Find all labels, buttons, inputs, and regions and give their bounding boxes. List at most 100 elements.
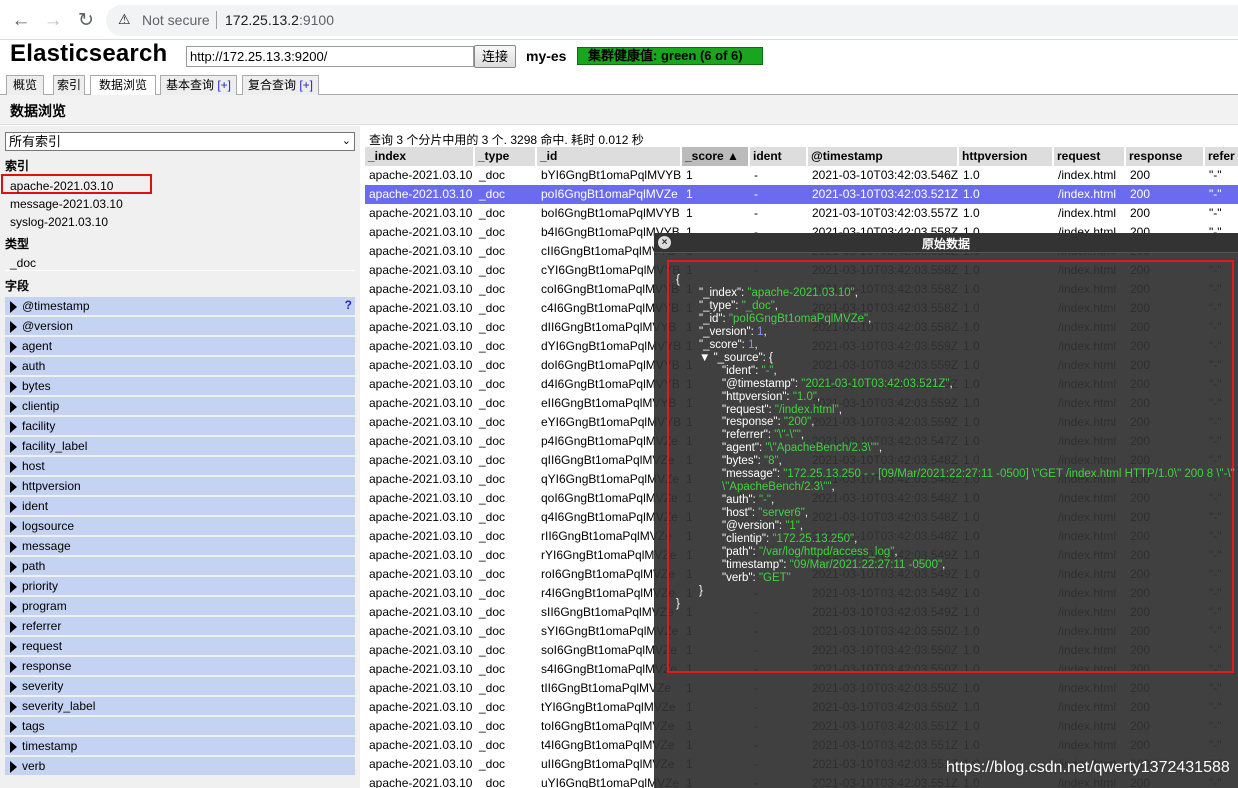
json-token: "/var/log/httpd/access_log" <box>758 545 895 558</box>
field-row[interactable]: @timestamp? <box>5 297 355 315</box>
expand-triangle-icon[interactable] <box>10 421 17 433</box>
tab-2[interactable]: 数据浏览 <box>90 75 156 96</box>
expand-triangle-icon[interactable] <box>10 441 17 453</box>
tab-3[interactable]: 基本查询 [+] <box>160 75 237 95</box>
address-url[interactable]: 172.25.13.2:9100 <box>225 12 334 28</box>
field-row[interactable]: clientip <box>5 397 355 415</box>
expand-triangle-icon[interactable] <box>10 701 17 713</box>
expand-triangle-icon[interactable] <box>10 681 17 693</box>
column-header[interactable]: httpversion <box>959 147 1053 166</box>
tab-plus[interactable]: [+] <box>214 78 231 92</box>
json-line: "agent": "\"ApacheBench/2.3\"", <box>722 442 882 454</box>
table-cell: _doc <box>479 320 506 334</box>
column-header[interactable]: _id <box>537 147 681 166</box>
warning-triangle-icon: ⚠ <box>118 11 131 27</box>
column-header[interactable]: _type <box>475 147 536 166</box>
json-token: { <box>676 274 680 286</box>
expand-triangle-icon[interactable] <box>10 761 17 773</box>
table-cell: _doc <box>479 377 506 391</box>
column-header[interactable]: @timestamp <box>808 147 958 166</box>
field-row[interactable]: verb <box>5 757 355 775</box>
tab-4[interactable]: 复合查询 [+] <box>242 75 319 95</box>
expand-triangle-icon[interactable] <box>10 661 17 673</box>
json-token: \"ApacheBench/2.3\"" <box>722 481 832 494</box>
back-arrow-icon[interactable]: ← <box>8 8 34 34</box>
expand-triangle-icon[interactable] <box>10 401 17 413</box>
expand-triangle-icon[interactable] <box>10 481 17 493</box>
expand-triangle-icon[interactable] <box>10 541 17 553</box>
json-line: "host": "server6", <box>722 507 808 519</box>
table-cell: _doc <box>479 510 506 524</box>
table-row[interactable]: apache-2021.03.10 _doc poI6GngBt1omaPqlMVZ… <box>365 185 1238 204</box>
sidebar-index-item[interactable]: message-2021.03.10 <box>10 197 123 211</box>
field-row[interactable]: httpversion <box>5 477 355 495</box>
field-row[interactable]: tags <box>5 717 355 735</box>
field-row[interactable]: auth <box>5 357 355 375</box>
column-header[interactable]: _index <box>365 147 474 166</box>
field-row[interactable]: facility_label <box>5 437 355 455</box>
field-row[interactable]: referrer <box>5 617 355 635</box>
address-bar[interactable]: ⚠ Not secure 172.25.13.2:9100 <box>106 5 1238 36</box>
table-row[interactable]: apache-2021.03.10 _doc bYI6GngBt1omaPqlMVY… <box>365 166 1238 185</box>
field-row[interactable]: logsource <box>5 517 355 535</box>
expand-triangle-icon[interactable] <box>10 521 17 533</box>
json-token: , <box>854 286 858 299</box>
field-row[interactable]: bytes <box>5 377 355 395</box>
json-token: } <box>676 597 680 610</box>
field-row[interactable]: severity_label <box>5 697 355 715</box>
json-token: "clientip": <box>722 533 773 545</box>
field-name: clientip <box>22 399 60 413</box>
expand-triangle-icon[interactable] <box>10 561 17 573</box>
expand-triangle-icon[interactable] <box>10 381 17 393</box>
field-row[interactable]: message <box>5 537 355 555</box>
expand-triangle-icon[interactable] <box>10 581 17 593</box>
expand-triangle-icon[interactable] <box>10 741 17 753</box>
json-token: "8" <box>764 455 779 468</box>
column-header[interactable]: refer <box>1205 147 1238 166</box>
column-header[interactable]: ident <box>750 147 807 166</box>
tab-plus[interactable]: [+] <box>296 78 313 92</box>
table-row[interactable]: apache-2021.03.10 _doc boI6GngBt1omaPqlMVY… <box>365 204 1238 223</box>
field-row[interactable]: ident <box>5 497 355 515</box>
expand-triangle-icon[interactable] <box>10 621 17 633</box>
expand-triangle-icon[interactable] <box>10 601 17 613</box>
type-divider <box>5 270 355 271</box>
expand-triangle-icon[interactable] <box>10 341 17 353</box>
expand-triangle-icon[interactable] <box>10 501 17 513</box>
forward-arrow-icon[interactable]: → <box>40 8 66 34</box>
field-row[interactable]: timestamp <box>5 737 355 755</box>
field-row[interactable]: path <box>5 557 355 575</box>
sidebar-type-item[interactable]: _doc <box>10 256 36 270</box>
tab-0[interactable]: 概览 <box>6 75 44 95</box>
field-row[interactable]: program <box>5 597 355 615</box>
field-row[interactable]: @version <box>5 317 355 335</box>
field-row[interactable]: host <box>5 457 355 475</box>
json-token: , <box>949 377 953 390</box>
sidebar-index-item[interactable]: syslog-2021.03.10 <box>10 215 108 229</box>
column-header[interactable]: _score ▲ <box>682 147 749 166</box>
field-row[interactable]: priority <box>5 577 355 595</box>
index-select[interactable]: 所有索引 ⌄ <box>5 132 355 151</box>
json-line: "response": "200", <box>722 416 814 428</box>
field-name: response <box>22 659 72 673</box>
help-icon[interactable]: ? <box>345 298 352 312</box>
field-row[interactable]: facility <box>5 417 355 435</box>
field-row[interactable]: severity <box>5 677 355 695</box>
reload-icon[interactable]: ↻ <box>73 8 99 34</box>
tab-1[interactable]: 索引 <box>53 75 85 95</box>
column-header[interactable]: response <box>1126 147 1204 166</box>
expand-triangle-icon[interactable] <box>10 301 17 313</box>
sidebar-index-item[interactable]: apache-2021.03.10 <box>10 179 113 193</box>
field-row[interactable]: agent <box>5 337 355 355</box>
field-row[interactable]: request <box>5 637 355 655</box>
expand-triangle-icon[interactable] <box>10 461 17 473</box>
expand-triangle-icon[interactable] <box>10 361 17 373</box>
field-row[interactable]: response <box>5 657 355 675</box>
expand-triangle-icon[interactable] <box>10 321 17 333</box>
cluster-url-input[interactable]: http://172.25.13.3:9200/ <box>186 46 474 67</box>
expand-triangle-icon[interactable] <box>10 641 17 653</box>
connect-button[interactable]: 连接 <box>474 45 516 68</box>
json-line: { <box>676 274 680 286</box>
column-header[interactable]: request <box>1054 147 1125 166</box>
expand-triangle-icon[interactable] <box>10 721 17 733</box>
